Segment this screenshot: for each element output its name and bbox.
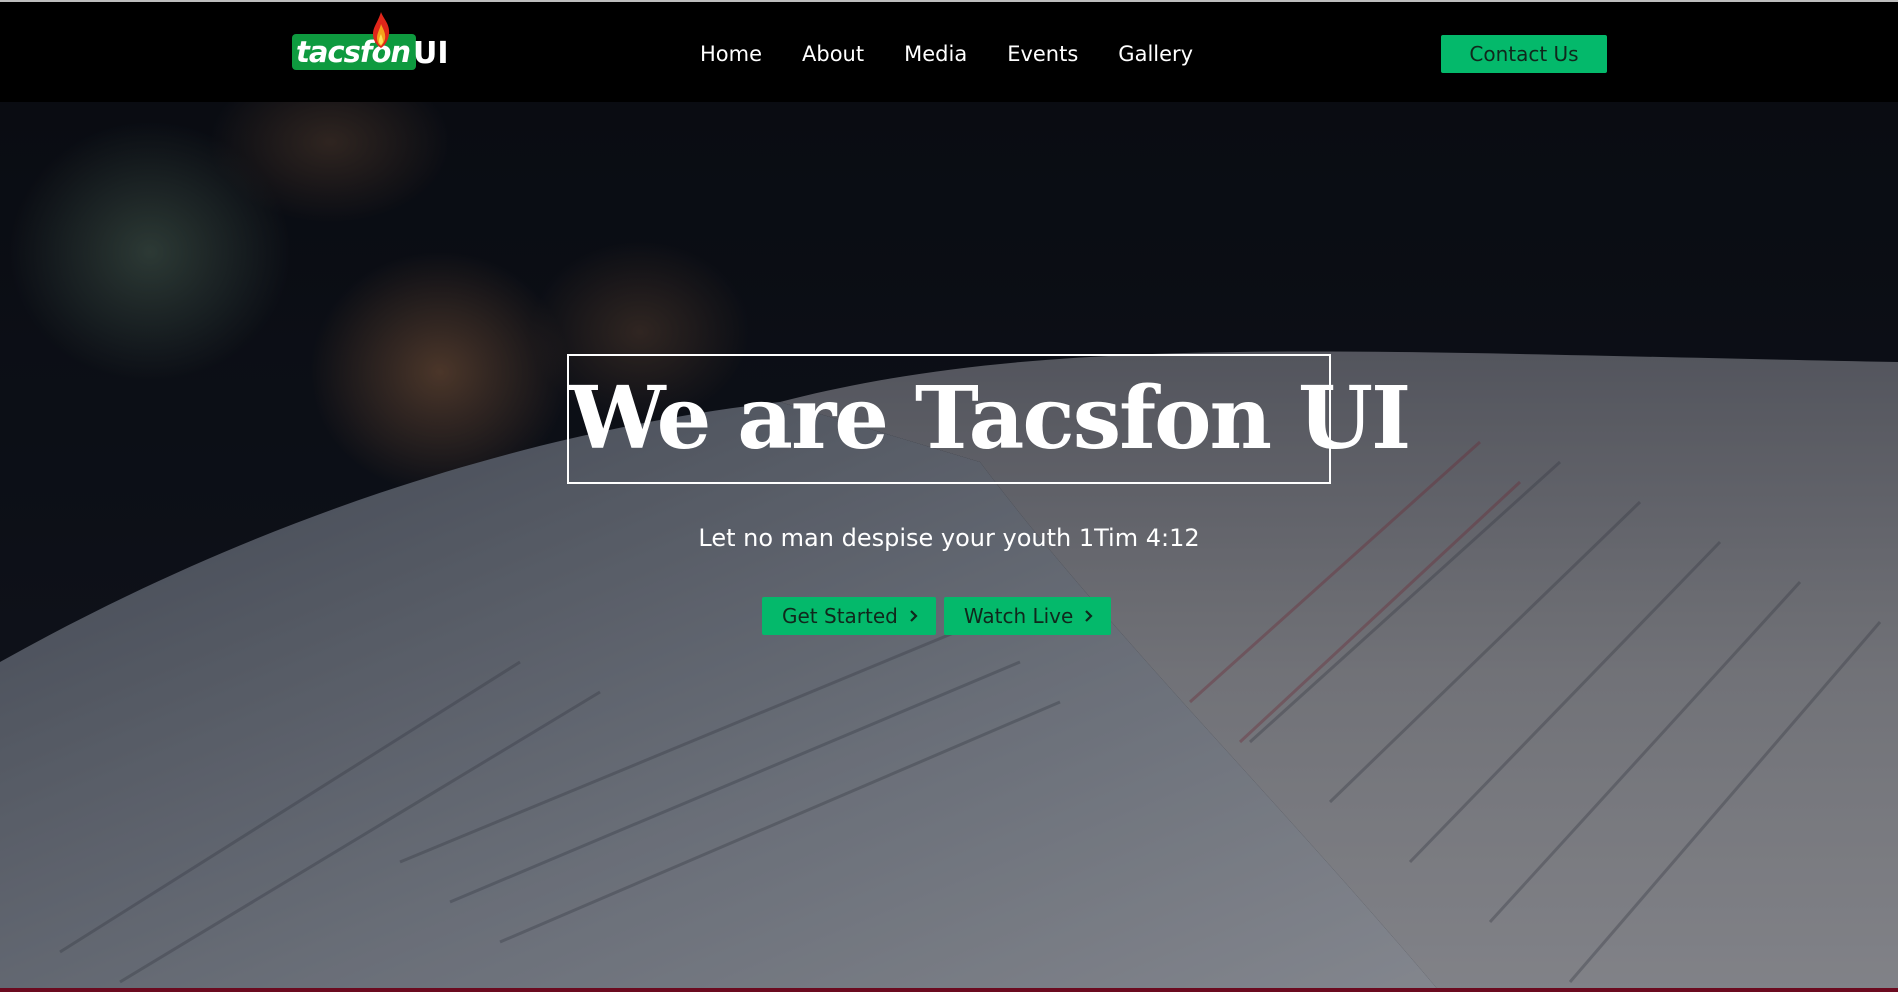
nav-link-about[interactable]: About — [802, 40, 864, 68]
logo[interactable]: tacsfon UI — [292, 12, 462, 74]
logo-wordmark: tacsfon — [292, 34, 417, 70]
main-nav: Home About Media Events Gallery — [700, 40, 1233, 68]
nav-link-events[interactable]: Events — [1007, 40, 1078, 68]
hero-button-group: Get Started Watch Live — [762, 597, 1112, 635]
hero-subtitle: Let no man despise your youth 1Tim 4:12 — [698, 524, 1200, 552]
get-started-label: Get Started — [782, 604, 898, 628]
chevron-right-icon — [910, 610, 918, 622]
hero-title-frame: We are Tacsfon UI — [567, 354, 1411, 484]
nav-link-home[interactable]: Home — [700, 40, 762, 68]
nav-link-media[interactable]: Media — [904, 40, 967, 68]
page: tacsfon UI Home About Media Events Galle… — [0, 0, 1898, 992]
flame-icon — [373, 12, 390, 48]
hero-section: We are Tacsfon UI Let no man despise you… — [0, 102, 1898, 992]
hero-title: We are Tacsfon UI — [569, 368, 1411, 469]
navbar: tacsfon UI Home About Media Events Galle… — [0, 0, 1898, 102]
nav-link-gallery[interactable]: Gallery — [1118, 40, 1193, 68]
contact-us-button[interactable]: Contact Us — [1441, 35, 1607, 73]
watch-live-button[interactable]: Watch Live — [943, 597, 1112, 635]
logo-suffix: UI — [413, 36, 449, 71]
get-started-button[interactable]: Get Started — [762, 597, 936, 635]
watch-live-label: Watch Live — [963, 604, 1074, 628]
chevron-right-icon — [1085, 610, 1093, 622]
bottom-border — [0, 988, 1898, 992]
